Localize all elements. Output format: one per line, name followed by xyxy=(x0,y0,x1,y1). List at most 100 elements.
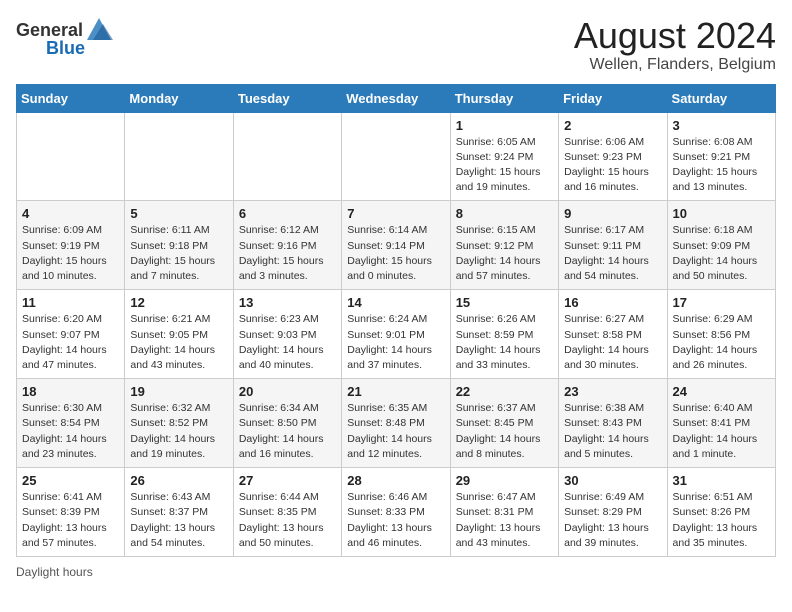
calendar-cell: 10 Sunrise: 6:18 AM Sunset: 9:09 PM Dayli… xyxy=(667,201,775,290)
day-header-tuesday: Tuesday xyxy=(233,84,341,112)
day-header-sunday: Sunday xyxy=(17,84,125,112)
day-number: 10 xyxy=(673,206,770,221)
day-info: Sunrise: 6:14 AM Sunset: 9:14 PM Dayligh… xyxy=(347,223,444,284)
calendar-cell: 7 Sunrise: 6:14 AM Sunset: 9:14 PM Daylig… xyxy=(342,201,450,290)
footer-note: Daylight hours xyxy=(16,565,776,579)
day-number: 28 xyxy=(347,473,444,488)
calendar-cell: 30 Sunrise: 6:49 AM Sunset: 8:29 PM Dayli… xyxy=(559,468,667,557)
day-info: Sunrise: 6:18 AM Sunset: 9:09 PM Dayligh… xyxy=(673,223,770,284)
day-number: 29 xyxy=(456,473,553,488)
day-info: Sunrise: 6:27 AM Sunset: 8:58 PM Dayligh… xyxy=(564,312,661,373)
day-info: Sunrise: 6:35 AM Sunset: 8:48 PM Dayligh… xyxy=(347,401,444,462)
day-number: 23 xyxy=(564,384,661,399)
day-number: 31 xyxy=(673,473,770,488)
calendar-cell: 11 Sunrise: 6:20 AM Sunset: 9:07 PM Dayli… xyxy=(17,290,125,379)
calendar-cell: 14 Sunrise: 6:24 AM Sunset: 9:01 PM Dayli… xyxy=(342,290,450,379)
page-header: General Blue August 2024 Wellen, Flander… xyxy=(16,16,776,74)
day-info: Sunrise: 6:09 AM Sunset: 9:19 PM Dayligh… xyxy=(22,223,119,284)
month-title: August 2024 xyxy=(574,16,776,56)
day-info: Sunrise: 6:41 AM Sunset: 8:39 PM Dayligh… xyxy=(22,490,119,551)
daylight-note: Daylight hours xyxy=(16,565,93,579)
day-info: Sunrise: 6:17 AM Sunset: 9:11 PM Dayligh… xyxy=(564,223,661,284)
day-info: Sunrise: 6:51 AM Sunset: 8:26 PM Dayligh… xyxy=(673,490,770,551)
day-number: 30 xyxy=(564,473,661,488)
calendar-cell: 2 Sunrise: 6:06 AM Sunset: 9:23 PM Daylig… xyxy=(559,112,667,201)
calendar-cell: 22 Sunrise: 6:37 AM Sunset: 8:45 PM Dayli… xyxy=(450,379,558,468)
day-info: Sunrise: 6:29 AM Sunset: 8:56 PM Dayligh… xyxy=(673,312,770,373)
day-number: 21 xyxy=(347,384,444,399)
calendar-cell: 18 Sunrise: 6:30 AM Sunset: 8:54 PM Dayli… xyxy=(17,379,125,468)
day-number: 5 xyxy=(130,206,227,221)
calendar-cell: 29 Sunrise: 6:47 AM Sunset: 8:31 PM Dayli… xyxy=(450,468,558,557)
calendar-cell: 26 Sunrise: 6:43 AM Sunset: 8:37 PM Dayli… xyxy=(125,468,233,557)
calendar-cell: 9Sunrise: 6:17 AM Sunset: 9:11 PM Daylig… xyxy=(559,201,667,290)
day-header-monday: Monday xyxy=(125,84,233,112)
calendar-cell: 17 Sunrise: 6:29 AM Sunset: 8:56 PM Dayli… xyxy=(667,290,775,379)
day-number: 2 xyxy=(564,118,661,133)
week-row-4: 18 Sunrise: 6:30 AM Sunset: 8:54 PM Dayli… xyxy=(17,379,776,468)
day-number: 26 xyxy=(130,473,227,488)
week-row-2: 4Sunrise: 6:09 AM Sunset: 9:19 PM Daylig… xyxy=(17,201,776,290)
day-info: Sunrise: 6:37 AM Sunset: 8:45 PM Dayligh… xyxy=(456,401,553,462)
calendar-cell xyxy=(233,112,341,201)
day-info: Sunrise: 6:08 AM Sunset: 9:21 PM Dayligh… xyxy=(673,135,770,196)
day-info: Sunrise: 6:32 AM Sunset: 8:52 PM Dayligh… xyxy=(130,401,227,462)
calendar-cell xyxy=(17,112,125,201)
day-number: 19 xyxy=(130,384,227,399)
week-row-1: 1Sunrise: 6:05 AM Sunset: 9:24 PM Daylig… xyxy=(17,112,776,201)
calendar-cell: 21 Sunrise: 6:35 AM Sunset: 8:48 PM Dayli… xyxy=(342,379,450,468)
day-info: Sunrise: 6:24 AM Sunset: 9:01 PM Dayligh… xyxy=(347,312,444,373)
calendar-cell: 4Sunrise: 6:09 AM Sunset: 9:19 PM Daylig… xyxy=(17,201,125,290)
day-number: 11 xyxy=(22,295,119,310)
day-info: Sunrise: 6:46 AM Sunset: 8:33 PM Dayligh… xyxy=(347,490,444,551)
day-number: 16 xyxy=(564,295,661,310)
calendar-cell xyxy=(125,112,233,201)
calendar-cell xyxy=(342,112,450,201)
day-info: Sunrise: 6:26 AM Sunset: 8:59 PM Dayligh… xyxy=(456,312,553,373)
logo: General Blue xyxy=(16,16,115,59)
day-header-friday: Friday xyxy=(559,84,667,112)
day-info: Sunrise: 6:11 AM Sunset: 9:18 PM Dayligh… xyxy=(130,223,227,284)
day-info: Sunrise: 6:30 AM Sunset: 8:54 PM Dayligh… xyxy=(22,401,119,462)
calendar-table: SundayMondayTuesdayWednesdayThursdayFrid… xyxy=(16,84,776,557)
day-header-saturday: Saturday xyxy=(667,84,775,112)
day-number: 12 xyxy=(130,295,227,310)
day-number: 27 xyxy=(239,473,336,488)
week-row-3: 11 Sunrise: 6:20 AM Sunset: 9:07 PM Dayli… xyxy=(17,290,776,379)
day-number: 6 xyxy=(239,206,336,221)
calendar-header-row: SundayMondayTuesdayWednesdayThursdayFrid… xyxy=(17,84,776,112)
calendar-cell: 16 Sunrise: 6:27 AM Sunset: 8:58 PM Dayli… xyxy=(559,290,667,379)
calendar-cell: 8Sunrise: 6:15 AM Sunset: 9:12 PM Daylig… xyxy=(450,201,558,290)
day-info: Sunrise: 6:40 AM Sunset: 8:41 PM Dayligh… xyxy=(673,401,770,462)
day-number: 22 xyxy=(456,384,553,399)
day-number: 17 xyxy=(673,295,770,310)
calendar-cell: 6Sunrise: 6:12 AM Sunset: 9:16 PM Daylig… xyxy=(233,201,341,290)
day-number: 1 xyxy=(456,118,553,133)
calendar-cell: 31 Sunrise: 6:51 AM Sunset: 8:26 PM Dayli… xyxy=(667,468,775,557)
day-info: Sunrise: 6:43 AM Sunset: 8:37 PM Dayligh… xyxy=(130,490,227,551)
day-info: Sunrise: 6:44 AM Sunset: 8:35 PM Dayligh… xyxy=(239,490,336,551)
calendar-cell: 5 Sunrise: 6:11 AM Sunset: 9:18 PM Daylig… xyxy=(125,201,233,290)
calendar-cell: 12 Sunrise: 6:21 AM Sunset: 9:05 PM Dayli… xyxy=(125,290,233,379)
day-info: Sunrise: 6:34 AM Sunset: 8:50 PM Dayligh… xyxy=(239,401,336,462)
logo-text-blue: Blue xyxy=(46,38,85,59)
day-info: Sunrise: 6:06 AM Sunset: 9:23 PM Dayligh… xyxy=(564,135,661,196)
calendar-cell: 24Sunrise: 6:40 AM Sunset: 8:41 PM Dayli… xyxy=(667,379,775,468)
day-header-wednesday: Wednesday xyxy=(342,84,450,112)
logo-icon xyxy=(85,16,113,44)
calendar-cell: 1Sunrise: 6:05 AM Sunset: 9:24 PM Daylig… xyxy=(450,112,558,201)
day-number: 14 xyxy=(347,295,444,310)
day-number: 7 xyxy=(347,206,444,221)
day-number: 18 xyxy=(22,384,119,399)
day-info: Sunrise: 6:20 AM Sunset: 9:07 PM Dayligh… xyxy=(22,312,119,373)
day-info: Sunrise: 6:21 AM Sunset: 9:05 PM Dayligh… xyxy=(130,312,227,373)
day-number: 3 xyxy=(673,118,770,133)
day-number: 8 xyxy=(456,206,553,221)
day-number: 25 xyxy=(22,473,119,488)
day-info: Sunrise: 6:47 AM Sunset: 8:31 PM Dayligh… xyxy=(456,490,553,551)
day-info: Sunrise: 6:49 AM Sunset: 8:29 PM Dayligh… xyxy=(564,490,661,551)
week-row-5: 25 Sunrise: 6:41 AM Sunset: 8:39 PM Dayli… xyxy=(17,468,776,557)
day-header-thursday: Thursday xyxy=(450,84,558,112)
calendar-cell: 23Sunrise: 6:38 AM Sunset: 8:43 PM Dayli… xyxy=(559,379,667,468)
calendar-cell: 25 Sunrise: 6:41 AM Sunset: 8:39 PM Dayli… xyxy=(17,468,125,557)
